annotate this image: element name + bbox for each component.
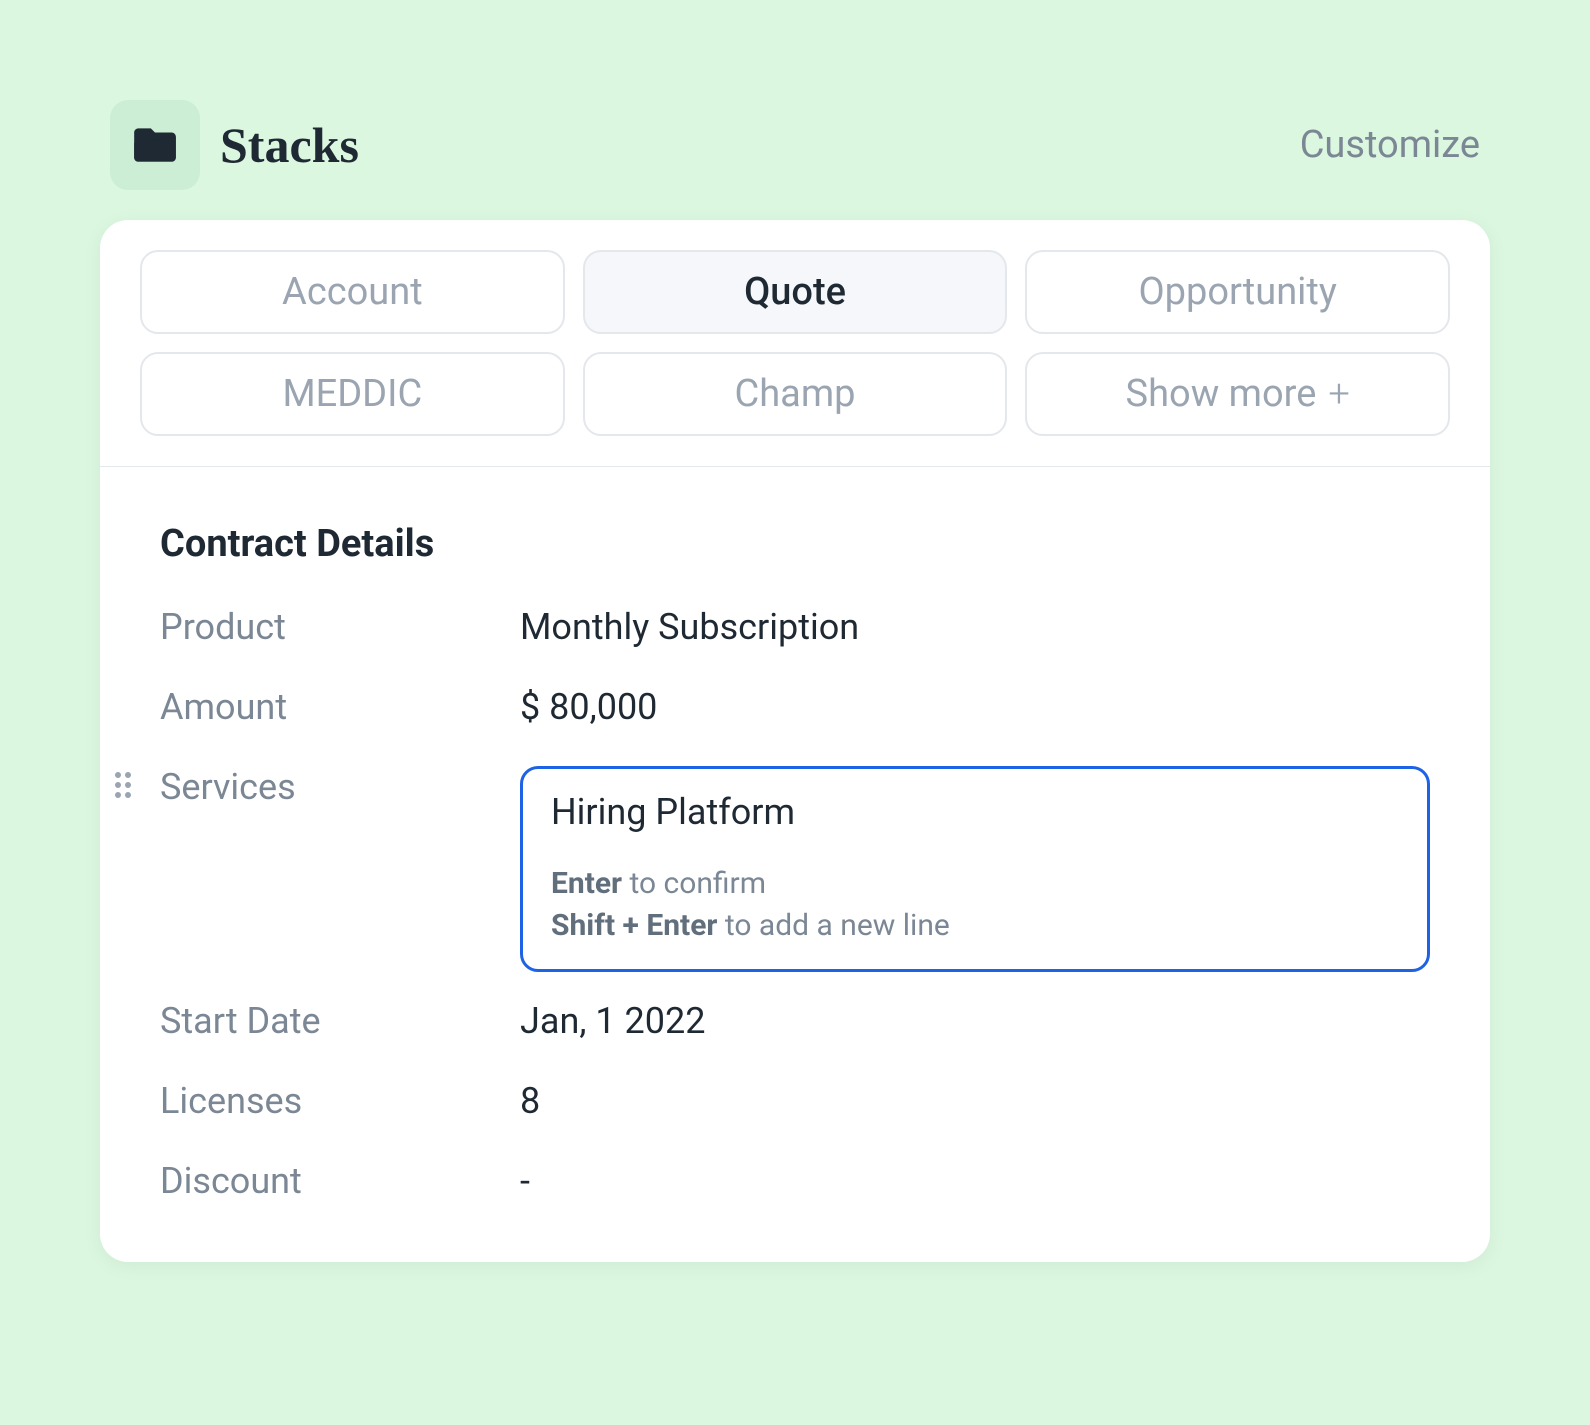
content-section: Contract Details Product Monthly Subscri… [100,467,1490,1262]
hint-key: Shift + Enter [551,908,717,943]
tab-label: Opportunity [1139,270,1337,314]
folder-icon [110,100,200,190]
field-licenses: Licenses 8 [160,1080,1430,1122]
tab-champ[interactable]: Champ [583,352,1008,436]
tab-label: Quote [744,270,846,314]
field-amount: Amount $ 80,000 [160,686,1430,728]
field-label: Licenses [160,1080,520,1122]
field-label: Start Date [160,1000,520,1042]
field-label: Discount [160,1160,520,1202]
tab-label: MEDDIC [282,372,422,416]
field-product: Product Monthly Subscription [160,606,1430,648]
field-label: Services [160,766,520,808]
field-value[interactable]: Jan, 1 2022 [520,1000,1430,1042]
customize-link[interactable]: Customize [1300,123,1480,167]
logo-section: Stacks [110,100,359,190]
tab-account[interactable]: Account [140,250,565,334]
tab-show-more[interactable]: Show more + [1025,352,1450,436]
edit-value: Hiring Platform [551,791,1399,833]
tabs-section: Account Quote Opportunity MEDDIC Champ S… [100,220,1490,467]
tab-quote[interactable]: Quote [583,250,1008,334]
hint-text: to confirm [622,866,766,901]
field-discount: Discount - [160,1160,1430,1202]
field-services: Services Hiring Platform Enter to confir… [160,766,1430,972]
hint-key: Enter [551,866,622,901]
hint-text: to add a new line [717,908,949,943]
hint-enter: Enter to confirm [551,863,1399,905]
tab-label: Show more [1126,372,1317,416]
tab-label: Account [282,270,423,314]
main-card: Account Quote Opportunity MEDDIC Champ S… [100,220,1490,1262]
field-value[interactable]: - [520,1160,1430,1202]
drag-handle-icon[interactable] [115,772,131,798]
section-title: Contract Details [160,522,1430,566]
field-start-date: Start Date Jan, 1 2022 [160,1000,1430,1042]
plus-icon: + [1328,372,1349,416]
field-label: Product [160,606,520,648]
field-value[interactable]: 8 [520,1080,1430,1122]
header-row: Stacks Customize [100,100,1490,190]
tab-label: Champ [735,372,856,416]
field-value[interactable]: $ 80,000 [520,686,1430,728]
tab-opportunity[interactable]: Opportunity [1025,250,1450,334]
app-name: Stacks [220,116,359,174]
services-edit-input[interactable]: Hiring Platform Enter to confirm Shift +… [520,766,1430,972]
tab-meddic[interactable]: MEDDIC [140,352,565,436]
hint-shift-enter: Shift + Enter to add a new line [551,905,1399,947]
field-value[interactable]: Monthly Subscription [520,606,1430,648]
field-label: Amount [160,686,520,728]
